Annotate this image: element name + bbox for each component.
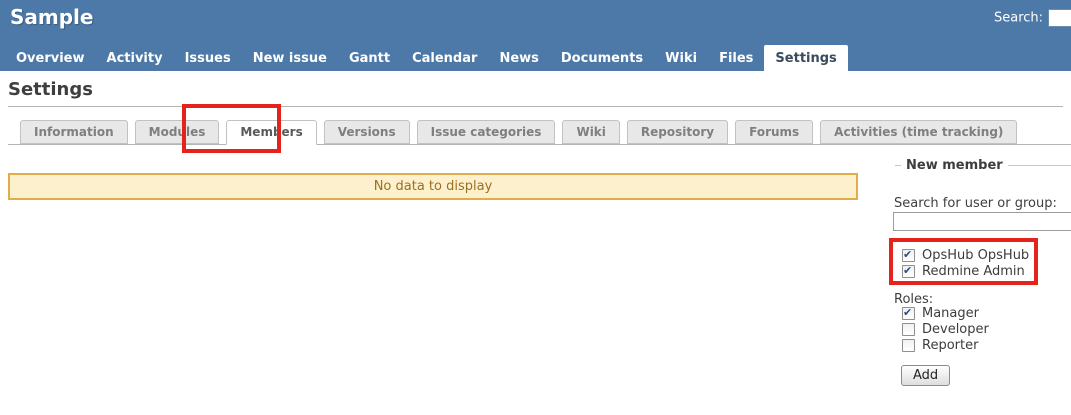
project-title: Sample (10, 5, 93, 29)
search-label: Search: (994, 11, 1043, 26)
tab-forums[interactable]: Forums (735, 120, 813, 144)
checkbox-icon[interactable] (902, 307, 915, 320)
app-header: Sample Search: Overview Activity Issues … (0, 0, 1071, 71)
user-checkbox-redmine-admin[interactable]: Redmine Admin (902, 263, 1029, 279)
tab-members[interactable]: Members (226, 120, 316, 145)
add-member-button[interactable]: Add (901, 365, 950, 386)
new-member-legend: New member (901, 158, 1008, 173)
nav-item-files[interactable]: Files (708, 45, 764, 71)
search-input[interactable] (1048, 9, 1071, 27)
role-checkbox-reporter[interactable]: Reporter (902, 337, 989, 353)
nav-item-documents[interactable]: Documents (550, 45, 654, 71)
role-checkbox-label: Reporter (922, 338, 978, 353)
role-checkbox-label: Manager (922, 306, 979, 321)
tab-information[interactable]: Information (20, 120, 128, 144)
tab-repository[interactable]: Repository (627, 120, 728, 144)
tab-wiki[interactable]: Wiki (562, 120, 619, 144)
checkbox-icon[interactable] (902, 249, 915, 262)
page-title: Settings (8, 79, 1063, 107)
role-checkbox-label: Developer (922, 322, 989, 337)
nodata-message: No data to display (8, 173, 858, 200)
tab-modules[interactable]: Modules (135, 120, 220, 144)
user-search-label: Search for user or group: (894, 196, 1057, 211)
nav-item-calendar[interactable]: Calendar (401, 45, 488, 71)
user-checkbox-label: Redmine Admin (922, 264, 1025, 279)
nav-item-settings[interactable]: Settings (764, 45, 847, 71)
tab-issue-categories[interactable]: Issue categories (417, 120, 556, 144)
user-search-input[interactable] (893, 212, 1071, 231)
nav-item-overview[interactable]: Overview (5, 45, 96, 71)
nav-item-new-issue[interactable]: New issue (242, 45, 338, 71)
nav-item-activity[interactable]: Activity (96, 45, 174, 71)
main-menu: Overview Activity Issues New issue Gantt… (5, 45, 848, 71)
user-checkbox-label: OpsHub OpsHub (922, 248, 1029, 263)
role-checkbox-manager[interactable]: Manager (902, 305, 989, 321)
tab-versions[interactable]: Versions (324, 120, 410, 144)
role-checkbox-developer[interactable]: Developer (902, 321, 989, 337)
role-checkbox-list: Manager Developer Reporter (902, 305, 989, 353)
nav-item-issues[interactable]: Issues (174, 45, 242, 71)
user-checkbox-list: OpsHub OpsHub Redmine Admin (902, 247, 1029, 279)
checkbox-icon[interactable] (902, 339, 915, 352)
settings-tabs: Information Modules Members Versions Iss… (20, 120, 1024, 145)
nav-item-wiki[interactable]: Wiki (654, 45, 708, 71)
user-checkbox-opshub[interactable]: OpsHub OpsHub (902, 247, 1029, 263)
nav-item-news[interactable]: News (488, 45, 549, 71)
nav-item-gantt[interactable]: Gantt (338, 45, 401, 71)
tab-activities[interactable]: Activities (time tracking) (820, 120, 1017, 144)
checkbox-icon[interactable] (902, 265, 915, 278)
checkbox-icon[interactable] (902, 323, 915, 336)
quick-search: Search: (994, 9, 1071, 27)
